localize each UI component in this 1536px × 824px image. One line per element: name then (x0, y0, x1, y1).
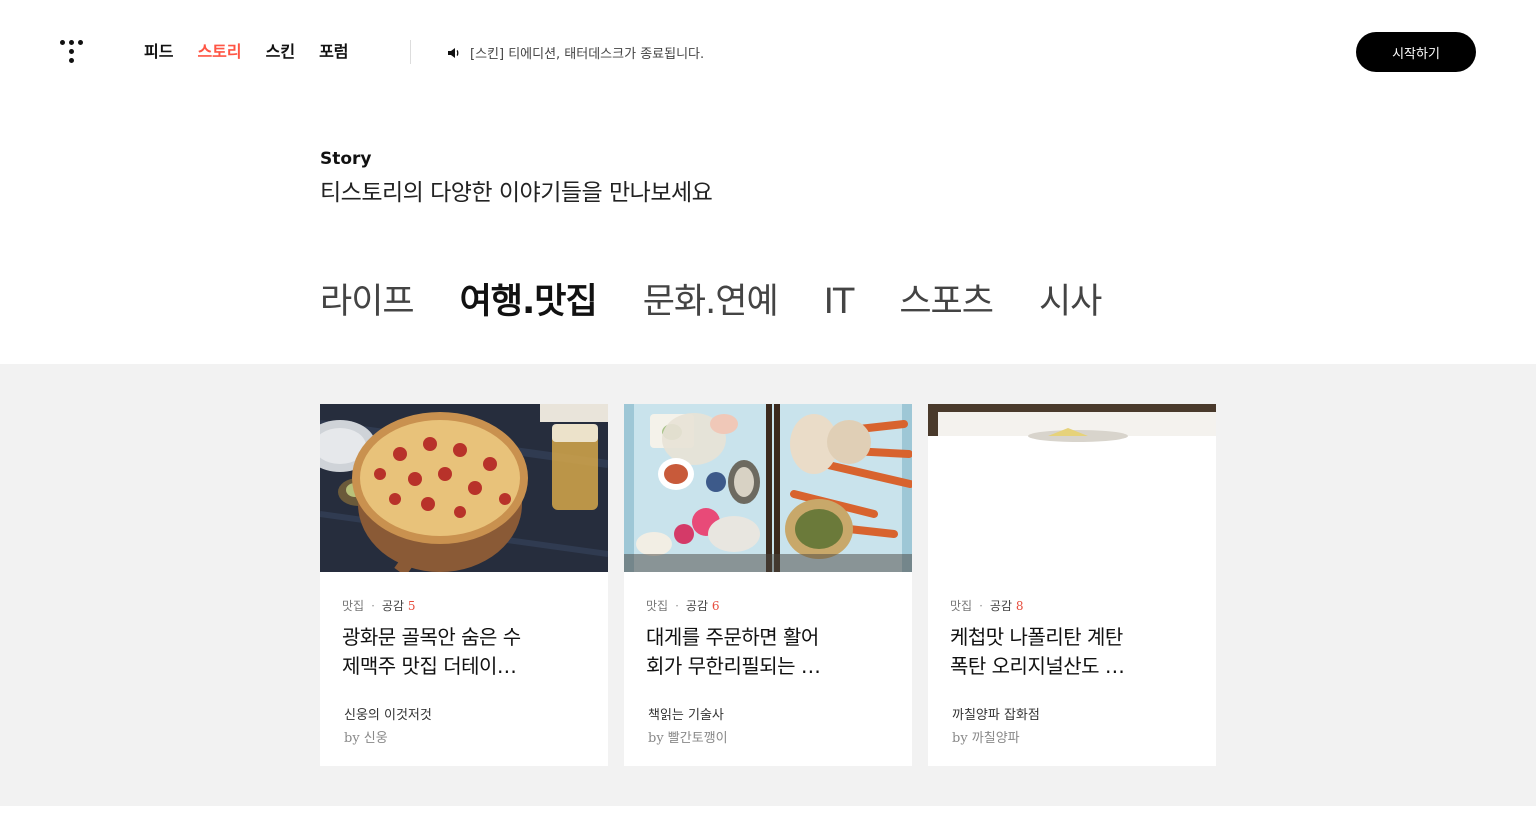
page-title: 티스토리의 다양한 이야기들을 만나보세요 (320, 180, 713, 206)
section-label: Story (320, 149, 372, 169)
likes-count: 8 (1015, 599, 1024, 613)
story-title-line: 제맥주 맛집 더테이… (342, 654, 517, 678)
start-button[interactable]: 시작하기 (1356, 32, 1476, 72)
likes-label: 공감 (381, 599, 405, 613)
story-title-line: 회가 무한리필되는 … (646, 654, 821, 678)
tab-culture[interactable]: 문화.연예 (642, 278, 779, 326)
story-card[interactable]: 맛집 · 공감 6 대게를 주문하면 활어 회가 무한리필되는 … 책읽는 기술사 … (624, 404, 912, 766)
tab-label: 라이프 (320, 282, 415, 322)
story-title: 케첩맛 나폴리탄 계탄 폭탄 오리지널산도 … (950, 623, 1170, 681)
nav-story[interactable]: 스토리 (197, 41, 241, 63)
story-category: 맛집 (646, 599, 669, 613)
sandwich-photo (928, 404, 1216, 572)
main-nav: 피드 스토리 스킨 포럼 (144, 41, 349, 63)
tab-label: 문화.연예 (642, 282, 779, 322)
tab-sports[interactable]: 스포츠 (899, 278, 994, 326)
story-thumbnail (624, 404, 912, 572)
pizza-photo (320, 404, 608, 572)
category-tabs: 라이프 여행.맛집 문화.연예 IT 스포츠 시사 (320, 278, 1102, 328)
story-title-line: 케첩맛 나폴리탄 계탄 (950, 625, 1123, 649)
story-title: 대게를 주문하면 활어 회가 무한리필되는 … (646, 623, 866, 681)
story-list-section: 맛집 · 공감 5 광화문 골목안 숨은 수 제맥주 맛집 더테이… 신웅의 이것저… (0, 364, 1536, 806)
notice-banner[interactable]: [스킨] 티에디션, 태터데스크가 종료됩니다. (446, 43, 704, 62)
story-category: 맛집 (950, 599, 973, 613)
nav-skin[interactable]: 스킨 (266, 41, 295, 63)
story-meta: 맛집 · 공감 6 (646, 597, 719, 614)
blog-name: 까칠양파 잡화점 (952, 708, 1040, 723)
story-card[interactable]: 맛집 · 공감 5 광화문 골목안 숨은 수 제맥주 맛집 더테이… 신웅의 이것저… (320, 404, 608, 766)
story-title-line: 광화문 골목안 숨은 수 (342, 625, 521, 649)
story-card[interactable]: 맛집 · 공감 8 케첩맛 나폴리탄 계탄 폭탄 오리지널산도 … 까칠양파 잡화점… (928, 404, 1216, 766)
meta-separator: · (979, 599, 983, 613)
header-divider (410, 40, 411, 64)
author-name: by 신웅 (344, 731, 388, 746)
author-name: by 까칠양파 (952, 731, 1020, 746)
likes-count: 6 (711, 599, 720, 613)
nav-feed[interactable]: 피드 (144, 41, 173, 63)
likes-count: 5 (407, 599, 416, 613)
tab-travel-food[interactable]: 여행.맛집 (459, 278, 598, 328)
story-title-line: 대게를 주문하면 활어 (646, 625, 819, 649)
tab-life[interactable]: 라이프 (320, 278, 415, 326)
blog-name: 책읽는 기술사 (648, 708, 724, 723)
story-thumbnail (928, 404, 1216, 572)
tab-label: 시사 (1038, 282, 1102, 322)
blog-name: 신웅의 이것저것 (344, 708, 432, 723)
story-thumbnail (320, 404, 608, 572)
likes-label: 공감 (685, 599, 709, 613)
tistory-logo-icon[interactable] (58, 38, 86, 66)
notice-text: [스킨] 티에디션, 태터데스크가 종료됩니다. (470, 47, 705, 62)
tab-label: 여행.맛집 (459, 282, 598, 322)
tab-current-affairs[interactable]: 시사 (1038, 278, 1102, 326)
site-header: 피드 스토리 스킨 포럼 [스킨] 티에디션, 태터데스크가 종료됩니다. 시작… (0, 0, 1536, 104)
meta-separator: · (675, 599, 679, 613)
story-title: 광화문 골목안 숨은 수 제맥주 맛집 더테이… (342, 623, 562, 681)
tab-label: 스포츠 (899, 282, 994, 322)
story-cards: 맛집 · 공감 5 광화문 골목안 숨은 수 제맥주 맛집 더테이… 신웅의 이것저… (320, 404, 1216, 766)
story-title-line: 폭탄 오리지널산도 … (950, 654, 1125, 678)
crab-platter-photo (624, 404, 912, 572)
likes-label: 공감 (989, 599, 1013, 613)
meta-separator: · (371, 599, 375, 613)
story-category: 맛집 (342, 599, 365, 613)
author-name: by 빨간토깽이 (648, 731, 728, 746)
tab-it[interactable]: IT (823, 278, 855, 326)
story-meta: 맛집 · 공감 5 (342, 597, 415, 614)
speaker-icon (448, 47, 459, 58)
story-intro: Story 티스토리의 다양한 이야기들을 만나보세요 (320, 148, 713, 208)
nav-forum[interactable]: 포럼 (319, 41, 348, 63)
story-meta: 맛집 · 공감 8 (950, 597, 1023, 614)
tab-label: IT (823, 282, 855, 322)
